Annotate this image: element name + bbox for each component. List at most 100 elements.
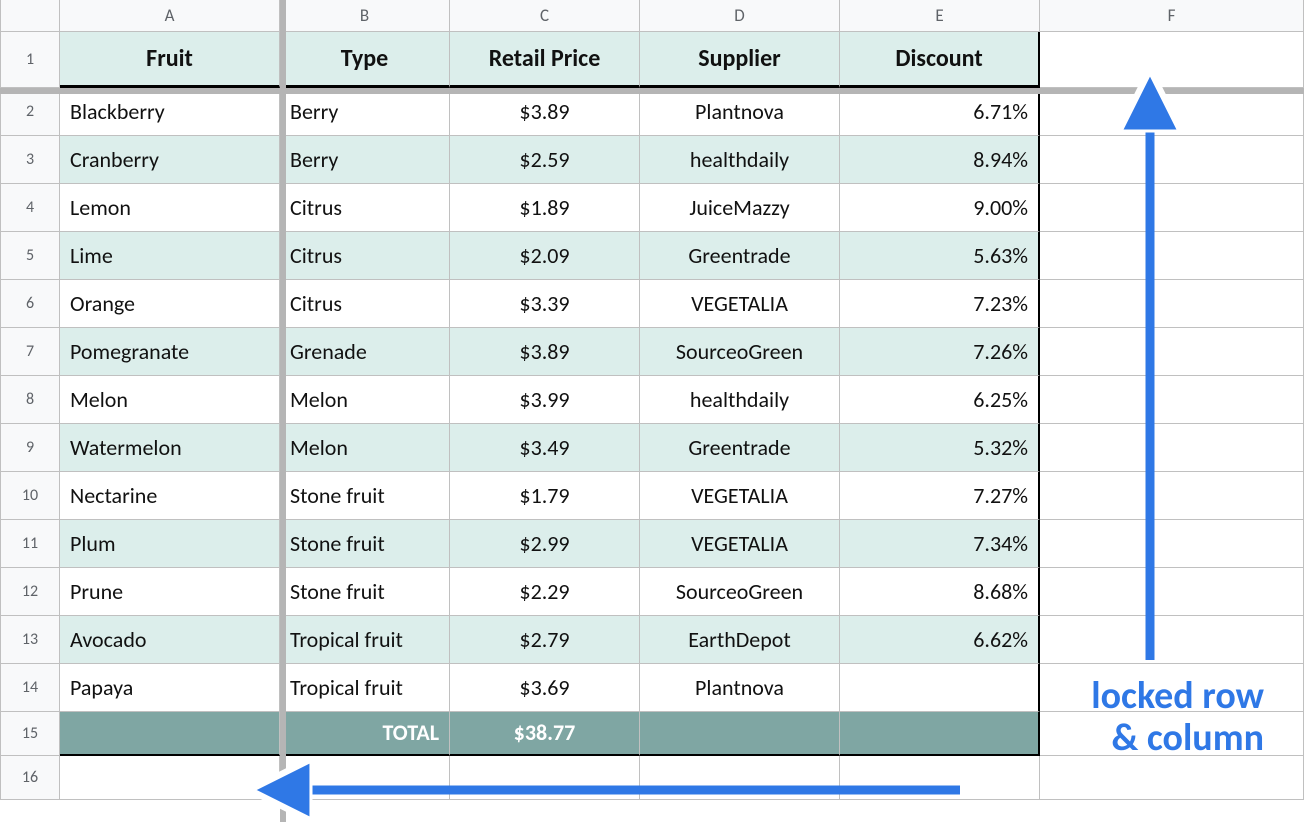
cell-F3[interactable] xyxy=(1040,136,1304,184)
row-header-10[interactable]: 10 xyxy=(0,472,60,520)
header-type[interactable]: Type xyxy=(280,32,450,88)
cell-A6[interactable]: Orange xyxy=(60,280,280,328)
cell-B16[interactable] xyxy=(280,756,450,800)
cell-D14[interactable]: Plantnova xyxy=(640,664,840,712)
cell-C4[interactable]: $1.89 xyxy=(450,184,640,232)
cell-A8[interactable]: Melon xyxy=(60,376,280,424)
cell-C9[interactable]: $3.49 xyxy=(450,424,640,472)
cell-E11[interactable]: 7.34% xyxy=(840,520,1040,568)
header-discount[interactable]: Discount xyxy=(840,32,1040,88)
row-header-3[interactable]: 3 xyxy=(0,136,60,184)
col-header-B[interactable]: B xyxy=(280,0,450,32)
total-label[interactable]: TOTAL xyxy=(280,712,450,756)
cell-E15[interactable] xyxy=(840,712,1040,756)
cell-D6[interactable]: VEGETALIA xyxy=(640,280,840,328)
col-header-C[interactable]: C xyxy=(450,0,640,32)
cell-A7[interactable]: Pomegranate xyxy=(60,328,280,376)
cell-B11[interactable]: Stone fruit xyxy=(280,520,450,568)
col-header-A[interactable]: A xyxy=(60,0,280,32)
cell-C5[interactable]: $2.09 xyxy=(450,232,640,280)
col-header-D[interactable]: D xyxy=(640,0,840,32)
row-header-2[interactable]: 2 xyxy=(0,88,60,136)
row-header-15[interactable]: 15 xyxy=(0,712,60,756)
cell-B10[interactable]: Stone fruit xyxy=(280,472,450,520)
row-header-13[interactable]: 13 xyxy=(0,616,60,664)
row-header-11[interactable]: 11 xyxy=(0,520,60,568)
cell-D11[interactable]: VEGETALIA xyxy=(640,520,840,568)
cell-C6[interactable]: $3.39 xyxy=(450,280,640,328)
row-header-12[interactable]: 12 xyxy=(0,568,60,616)
cell-F7[interactable] xyxy=(1040,328,1304,376)
row-header-6[interactable]: 6 xyxy=(0,280,60,328)
cell-A9[interactable]: Watermelon xyxy=(60,424,280,472)
cell-F2[interactable] xyxy=(1040,88,1304,136)
total-value[interactable]: $38.77 xyxy=(450,712,640,756)
cell-E2[interactable]: 6.71% xyxy=(840,88,1040,136)
cell-E6[interactable]: 7.23% xyxy=(840,280,1040,328)
cell-F14[interactable] xyxy=(1040,664,1304,712)
cell-C12[interactable]: $2.29 xyxy=(450,568,640,616)
cell-B6[interactable]: Citrus xyxy=(280,280,450,328)
cell-C14[interactable]: $3.69 xyxy=(450,664,640,712)
row-header-14[interactable]: 14 xyxy=(0,664,60,712)
cell-A4[interactable]: Lemon xyxy=(60,184,280,232)
header-supplier[interactable]: Supplier xyxy=(640,32,840,88)
cell-C3[interactable]: $2.59 xyxy=(450,136,640,184)
cell-A11[interactable]: Plum xyxy=(60,520,280,568)
cell-B12[interactable]: Stone fruit xyxy=(280,568,450,616)
cell-E10[interactable]: 7.27% xyxy=(840,472,1040,520)
cell-E14[interactable] xyxy=(840,664,1040,712)
cell-E13[interactable]: 6.62% xyxy=(840,616,1040,664)
cell-B2[interactable]: Berry xyxy=(280,88,450,136)
row-header-5[interactable]: 5 xyxy=(0,232,60,280)
cell-C10[interactable]: $1.79 xyxy=(450,472,640,520)
cell-E3[interactable]: 8.94% xyxy=(840,136,1040,184)
cell-A2[interactable]: Blackberry xyxy=(60,88,280,136)
cell-D3[interactable]: healthdaily xyxy=(640,136,840,184)
row-header-1[interactable]: 1 xyxy=(0,32,60,88)
row-header-16[interactable]: 16 xyxy=(0,756,60,800)
cell-F10[interactable] xyxy=(1040,472,1304,520)
header-fruit[interactable]: Fruit xyxy=(60,32,280,88)
cell-D4[interactable]: JuiceMazzy xyxy=(640,184,840,232)
col-header-E[interactable]: E xyxy=(840,0,1040,32)
cell-B4[interactable]: Citrus xyxy=(280,184,450,232)
col-header-F[interactable]: F xyxy=(1040,0,1304,32)
cell-A15[interactable] xyxy=(60,712,280,756)
row-header-7[interactable]: 7 xyxy=(0,328,60,376)
cell-A13[interactable]: Avocado xyxy=(60,616,280,664)
cell-A16[interactable] xyxy=(60,756,280,800)
cell-E5[interactable]: 5.63% xyxy=(840,232,1040,280)
cell-D2[interactable]: Plantnova xyxy=(640,88,840,136)
cell-B5[interactable]: Citrus xyxy=(280,232,450,280)
cell-F1[interactable] xyxy=(1040,32,1304,88)
cell-E4[interactable]: 9.00% xyxy=(840,184,1040,232)
cell-D16[interactable] xyxy=(640,756,840,800)
cell-B3[interactable]: Berry xyxy=(280,136,450,184)
cell-C7[interactable]: $3.89 xyxy=(450,328,640,376)
cell-E16[interactable] xyxy=(840,756,1040,800)
cell-C13[interactable]: $2.79 xyxy=(450,616,640,664)
cell-E8[interactable]: 6.25% xyxy=(840,376,1040,424)
row-header-8[interactable]: 8 xyxy=(0,376,60,424)
cell-F8[interactable] xyxy=(1040,376,1304,424)
cell-D9[interactable]: Greentrade xyxy=(640,424,840,472)
cell-B7[interactable]: Grenade xyxy=(280,328,450,376)
cell-D7[interactable]: SourceoGreen xyxy=(640,328,840,376)
cell-F15[interactable] xyxy=(1040,712,1304,756)
cell-F5[interactable] xyxy=(1040,232,1304,280)
cell-E9[interactable]: 5.32% xyxy=(840,424,1040,472)
cell-A14[interactable]: Papaya xyxy=(60,664,280,712)
cell-C16[interactable] xyxy=(450,756,640,800)
spreadsheet[interactable]: A B C D E F 1 Fruit Type Retail Price Su… xyxy=(0,0,1304,822)
cell-B8[interactable]: Melon xyxy=(280,376,450,424)
cell-D8[interactable]: healthdaily xyxy=(640,376,840,424)
cell-B13[interactable]: Tropical fruit xyxy=(280,616,450,664)
cell-D10[interactable]: VEGETALIA xyxy=(640,472,840,520)
cell-E7[interactable]: 7.26% xyxy=(840,328,1040,376)
cell-F16[interactable] xyxy=(1040,756,1304,800)
row-header-9[interactable]: 9 xyxy=(0,424,60,472)
cell-F4[interactable] xyxy=(1040,184,1304,232)
cell-A5[interactable]: Lime xyxy=(60,232,280,280)
cell-D15[interactable] xyxy=(640,712,840,756)
